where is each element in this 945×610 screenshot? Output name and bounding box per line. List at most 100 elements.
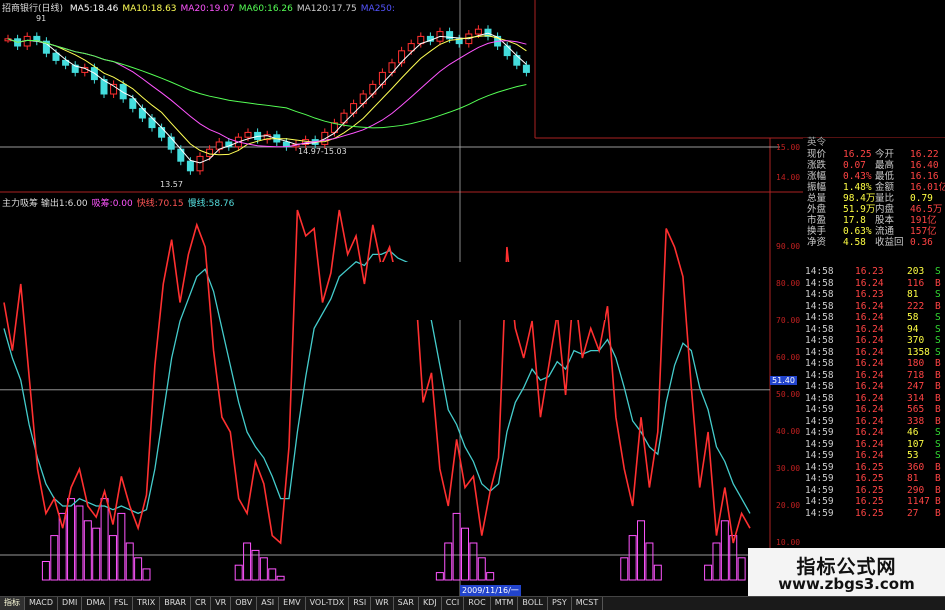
tick-price: 16.24 (855, 346, 884, 358)
accumulation-bar (100, 498, 109, 581)
tick-price: 16.24 (855, 323, 884, 335)
tick-side: B (935, 404, 941, 415)
slow-line (3, 249, 751, 515)
quote-v1: 0.07 (843, 160, 866, 171)
tick-side: S (935, 438, 941, 450)
tick-vol: 247 (907, 381, 925, 392)
tab-fsl[interactable]: FSL (110, 597, 133, 610)
tick-price: 16.25 (855, 484, 884, 496)
accumulation-bar (620, 557, 629, 581)
candle-body (407, 43, 415, 52)
tick-row: 14:59 16.25 81 B (803, 473, 945, 485)
indicator-legend: 主力吸筹 输出1:6.00 吸筹:0.00 快线:70.15 慢线:58.76 (2, 196, 238, 209)
tick-vol: 53 (907, 450, 919, 461)
tab-brar[interactable]: BRAR (160, 597, 192, 610)
tab-mcst[interactable]: MCST (572, 597, 604, 610)
candle-body (158, 127, 166, 138)
quote-row: 总量 98.4万 量比 0.79 (803, 193, 945, 204)
tick-vol: 203 (907, 266, 925, 277)
tab-sar[interactable]: SAR (394, 597, 419, 610)
tab-macd[interactable]: MACD (25, 597, 58, 610)
tab-cci[interactable]: CCI (442, 597, 465, 610)
tick-price: 16.24 (855, 392, 884, 404)
quote-row: 换手 0.63% 流通 157亿 (803, 226, 945, 237)
candle-body (244, 131, 252, 138)
ma-legend: MA5:18.46 MA10:18.63 MA20:19.07 MA60:16.26 M… (70, 4, 399, 14)
accumulation-bar (720, 520, 729, 581)
tab-boll[interactable]: BOLL (518, 597, 548, 610)
date-cursor-label: 2009/11/16/一 (460, 585, 521, 596)
tick-time: 14:58 (805, 289, 834, 300)
tick-vol: 81 (907, 473, 919, 484)
quote-v1: 16.25 (843, 149, 872, 160)
candle-body (522, 64, 530, 73)
indicator-legend-item: 吸筹:0.00 (91, 199, 133, 209)
tab-cr[interactable]: CR (191, 597, 212, 610)
tick-price: 16.24 (855, 335, 884, 346)
candle-body (369, 83, 377, 95)
tick-price: 16.24 (855, 415, 884, 427)
tick-price: 16.25 (855, 473, 884, 484)
quote-row: 涨跌 0.07 最高 16.40 (803, 160, 945, 171)
tick-vol: 46 (907, 427, 919, 438)
tick-vol: 58 (907, 312, 919, 323)
quote-row: 振幅 1.48% 金额 16.01亿 (803, 182, 945, 193)
tab-vol-tdx[interactable]: VOL-TDX (306, 597, 350, 610)
watermark: 指标公式网 www.zbgs3.com (748, 548, 945, 596)
tick-side: S (935, 289, 941, 300)
quote-l1: 振幅 (807, 182, 827, 193)
quote-l2: 金额 (875, 182, 895, 193)
tab-emv[interactable]: EMV (279, 597, 306, 610)
tick-side: B (935, 484, 941, 496)
tab-dmi[interactable]: DMI (58, 597, 83, 610)
accumulation-bar (259, 557, 268, 581)
tick-price: 16.24 (855, 404, 884, 415)
tab-dma[interactable]: DMA (82, 597, 110, 610)
tab-obv[interactable]: OBV (231, 597, 258, 610)
tick-price: 16.24 (855, 450, 884, 461)
accumulation-bar (645, 542, 654, 581)
tab-psy[interactable]: PSY (548, 597, 572, 610)
accumulation-bar (268, 568, 277, 581)
tick-row: 14:59 16.25 290 B (803, 485, 945, 497)
quote-l1: 涨跌 (807, 160, 827, 171)
quote-partial-top: 英令 (807, 137, 827, 148)
tab-kdj[interactable]: KDJ (419, 597, 442, 610)
tick-vol: 718 (907, 369, 925, 381)
tab-rsi[interactable]: RSI (349, 597, 372, 610)
tick-side: B (935, 392, 941, 404)
tick-row: 14:59 16.24 53 S (803, 450, 945, 462)
quote-l1: 净资 (807, 237, 827, 248)
tab-mtm[interactable]: MTM (491, 597, 519, 610)
accumulation-bar (75, 505, 84, 581)
indicator-tick: 30.00 (776, 464, 801, 473)
tab-trix[interactable]: TRIX (133, 597, 161, 610)
tick-vol: 94 (907, 323, 919, 335)
candle-body (474, 28, 482, 35)
ma-line (7, 38, 527, 148)
accumulation-bar (142, 568, 151, 581)
tick-price: 16.24 (855, 312, 884, 323)
tick-vol: 222 (907, 300, 925, 312)
indicator-tick: 90.00 (776, 242, 801, 251)
tick-time: 14:59 (805, 438, 834, 450)
quote-row: 现价 16.25 今开 16.22 (803, 149, 945, 160)
ma-line (7, 38, 527, 129)
tick-price: 16.23 (855, 266, 884, 277)
tick-side: B (935, 415, 941, 427)
tab-指标[interactable]: 指标 (0, 597, 25, 610)
tick-vol: 81 (907, 289, 919, 300)
tab-roc[interactable]: ROC (464, 597, 491, 610)
tab-wr[interactable]: WR (371, 597, 394, 610)
fast-line (3, 209, 751, 545)
tab-vr[interactable]: VR (211, 597, 232, 610)
accumulation-bar (83, 520, 92, 581)
price-tick-15: 15.00 (776, 143, 801, 152)
tick-side: S (935, 312, 941, 323)
tab-asi[interactable]: ASI (257, 597, 280, 610)
tick-vol: 370 (907, 335, 925, 346)
tick-price: 16.25 (855, 507, 884, 519)
accumulation-bar (276, 575, 285, 581)
tick-side: B (935, 300, 941, 312)
tick-row: 14:59 16.25 1147 B (803, 496, 945, 508)
